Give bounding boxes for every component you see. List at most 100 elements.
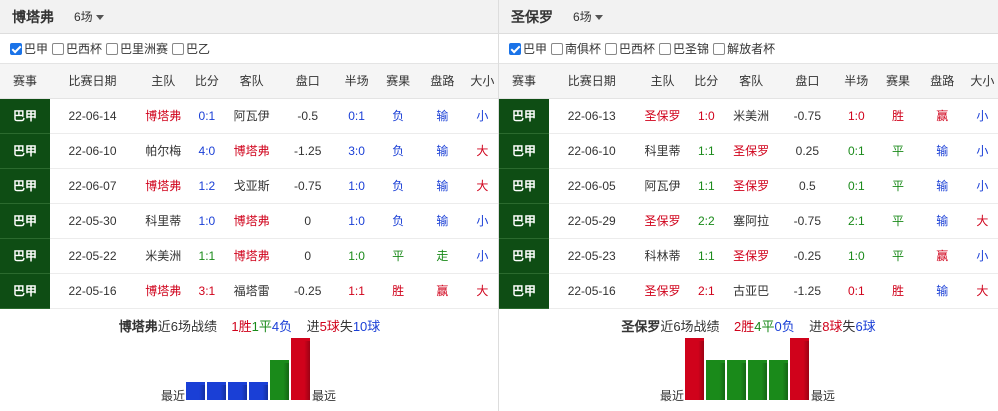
filter-checkbox[interactable]: 巴乙 xyxy=(172,40,210,57)
home-team-cell[interactable]: 科里蒂 xyxy=(634,133,691,169)
table-row[interactable]: 巴甲 22-05-22 米美洲 1:1 博塔弗 0 1:0 平走小 xyxy=(0,238,498,274)
far-label: 最远 xyxy=(811,389,836,403)
halftime-cell: 1:0 xyxy=(334,238,379,274)
league-cell[interactable]: 巴甲 xyxy=(0,273,50,309)
table-row[interactable]: 巴甲 22-06-10 科里蒂 1:1 圣保罗 0.25 0:1 平输小 xyxy=(499,133,998,169)
result-cell: 负 xyxy=(378,203,418,239)
home-team-cell[interactable]: 圣保罗 xyxy=(634,98,691,134)
league-cell[interactable]: 巴甲 xyxy=(499,168,549,204)
league-cell[interactable]: 巴甲 xyxy=(499,238,549,274)
over-under-cell: 大 xyxy=(466,133,498,169)
league-cell[interactable]: 巴甲 xyxy=(0,168,50,204)
table-row[interactable]: 巴甲 22-05-16 博塔弗 3:1 福塔雷 -0.25 1:1 胜赢大 xyxy=(0,273,498,309)
handicap-result-cell: 输 xyxy=(917,203,967,239)
column-header: 主队 xyxy=(634,64,691,99)
table-row[interactable]: 巴甲 22-05-16 圣保罗 2:1 古亚巴 -1.25 0:1 胜输大 xyxy=(499,273,998,309)
league-cell[interactable]: 巴甲 xyxy=(0,133,50,169)
away-team-cell[interactable]: 圣保罗 xyxy=(721,133,781,169)
filter-checkbox[interactable]: 巴甲 xyxy=(509,40,547,57)
summary-for-label: 进 xyxy=(809,319,823,334)
halftime-cell: 1:0 xyxy=(834,98,879,134)
league-cell[interactable]: 巴甲 xyxy=(0,238,50,274)
league-filters: 巴甲 巴西杯 巴里洲赛 巴乙 xyxy=(0,34,498,64)
filter-checkbox[interactable]: 巴圣锦 xyxy=(659,40,709,57)
home-team-cell[interactable]: 圣保罗 xyxy=(634,273,691,309)
away-team-cell[interactable]: 圣保罗 xyxy=(721,168,781,204)
away-team-cell[interactable]: 阿瓦伊 xyxy=(222,98,281,134)
filter-checkbox[interactable]: 巴西杯 xyxy=(52,40,102,57)
checkbox-icon[interactable] xyxy=(605,42,618,55)
over-under-cell: 小 xyxy=(466,238,498,274)
record-summary: 博塔弗近6场战绩 1胜1平4负 进5球失10球 xyxy=(0,316,498,335)
away-team-cell[interactable]: 福塔雷 xyxy=(222,273,281,309)
match-count-select[interactable]: 6场 xyxy=(74,8,104,25)
table-row[interactable]: 巴甲 22-05-23 科林蒂 1:1 圣保罗 -0.25 1:0 平赢小 xyxy=(499,238,998,274)
filter-checkbox[interactable]: 巴甲 xyxy=(10,40,48,57)
home-team-cell[interactable]: 帕尔梅 xyxy=(135,133,192,169)
checkbox-checked-icon[interactable] xyxy=(509,42,521,55)
home-team-cell[interactable]: 博塔弗 xyxy=(135,273,192,309)
handicap-result-cell: 输 xyxy=(417,98,467,134)
checkbox-icon[interactable] xyxy=(713,42,726,55)
filter-checkbox[interactable]: 巴西杯 xyxy=(605,40,655,57)
home-team-cell[interactable]: 圣保罗 xyxy=(634,203,691,239)
column-header: 半场 xyxy=(834,64,879,99)
table-row[interactable]: 巴甲 22-06-05 阿瓦伊 1:1 圣保罗 0.5 0:1 平输小 xyxy=(499,168,998,204)
over-under-cell: 小 xyxy=(466,98,498,134)
date-cell: 22-06-10 xyxy=(549,133,635,169)
away-team-cell[interactable]: 塞阿拉 xyxy=(721,203,781,239)
column-header: 比分 xyxy=(690,64,722,99)
halftime-cell: 1:1 xyxy=(334,273,379,309)
handicap-result-cell: 输 xyxy=(417,168,467,204)
filter-checkbox[interactable]: 南俱杯 xyxy=(551,40,601,57)
table-row[interactable]: 巴甲 22-05-29 圣保罗 2:2 塞阿拉 -0.75 2:1 平输大 xyxy=(499,203,998,239)
league-cell[interactable]: 巴甲 xyxy=(499,133,549,169)
form-bar-draw xyxy=(769,360,788,400)
filter-checkbox[interactable]: 巴里洲赛 xyxy=(106,40,168,57)
column-header: 比赛日期 xyxy=(49,64,136,99)
away-team-cell[interactable]: 戈亚斯 xyxy=(222,168,281,204)
away-team-cell[interactable]: 博塔弗 xyxy=(222,133,281,169)
table-row[interactable]: 巴甲 22-06-13 圣保罗 1:0 米美洲 -0.75 1:0 胜赢小 xyxy=(499,98,998,134)
home-team-cell[interactable]: 博塔弗 xyxy=(135,98,192,134)
team-panel-right: 圣保罗 6场 巴甲 南俱杯 巴西杯 巴圣锦 解放者杯 赛事 比赛日期 主队 比分 客队盘… xyxy=(499,0,998,411)
away-team-cell[interactable]: 圣保罗 xyxy=(721,238,781,274)
halftime-cell: 2:1 xyxy=(834,203,879,239)
halftime-cell: 0:1 xyxy=(334,98,379,134)
home-team-cell[interactable]: 博塔弗 xyxy=(135,168,192,204)
checkbox-icon[interactable] xyxy=(52,42,65,55)
table-row[interactable]: 巴甲 22-06-14 博塔弗 0:1 阿瓦伊 -0.5 0:1 负输小 xyxy=(0,98,498,134)
league-cell[interactable]: 巴甲 xyxy=(0,203,50,239)
away-team-cell[interactable]: 博塔弗 xyxy=(222,203,281,239)
league-cell[interactable]: 巴甲 xyxy=(499,273,549,309)
checkbox-icon[interactable] xyxy=(551,42,564,55)
match-count-label: 6场 xyxy=(74,10,93,24)
column-header: 主队 xyxy=(135,64,192,99)
match-count-select[interactable]: 6场 xyxy=(573,8,603,25)
halftime-cell: 0:1 xyxy=(834,133,879,169)
league-cell[interactable]: 巴甲 xyxy=(499,203,549,239)
checkbox-icon[interactable] xyxy=(106,42,119,55)
checkbox-checked-icon[interactable] xyxy=(10,42,22,55)
handicap-cell: -0.25 xyxy=(780,238,835,274)
home-team-cell[interactable]: 科里蒂 xyxy=(135,203,192,239)
home-team-cell[interactable]: 米美洲 xyxy=(135,238,192,274)
over-under-cell: 小 xyxy=(466,203,498,239)
halftime-cell: 0:1 xyxy=(834,168,879,204)
date-cell: 22-06-07 xyxy=(49,168,136,204)
table-row[interactable]: 巴甲 22-06-07 博塔弗 1:2 戈亚斯 -0.75 1:0 负输大 xyxy=(0,168,498,204)
date-cell: 22-05-30 xyxy=(49,203,136,239)
filter-checkbox[interactable]: 解放者杯 xyxy=(713,40,775,57)
table-row[interactable]: 巴甲 22-05-30 科里蒂 1:0 博塔弗 0 1:0 负输小 xyxy=(0,203,498,239)
away-team-cell[interactable]: 米美洲 xyxy=(721,98,781,134)
table-row[interactable]: 巴甲 22-06-10 帕尔梅 4:0 博塔弗 -1.25 3:0 负输大 xyxy=(0,133,498,169)
away-team-cell[interactable]: 古亚巴 xyxy=(721,273,781,309)
home-team-cell[interactable]: 科林蒂 xyxy=(634,238,691,274)
league-cell[interactable]: 巴甲 xyxy=(499,98,549,134)
column-header: 客队 xyxy=(721,64,781,99)
league-cell[interactable]: 巴甲 xyxy=(0,98,50,134)
home-team-cell[interactable]: 阿瓦伊 xyxy=(634,168,691,204)
checkbox-icon[interactable] xyxy=(172,42,185,55)
away-team-cell[interactable]: 博塔弗 xyxy=(222,238,281,274)
checkbox-icon[interactable] xyxy=(659,42,672,55)
